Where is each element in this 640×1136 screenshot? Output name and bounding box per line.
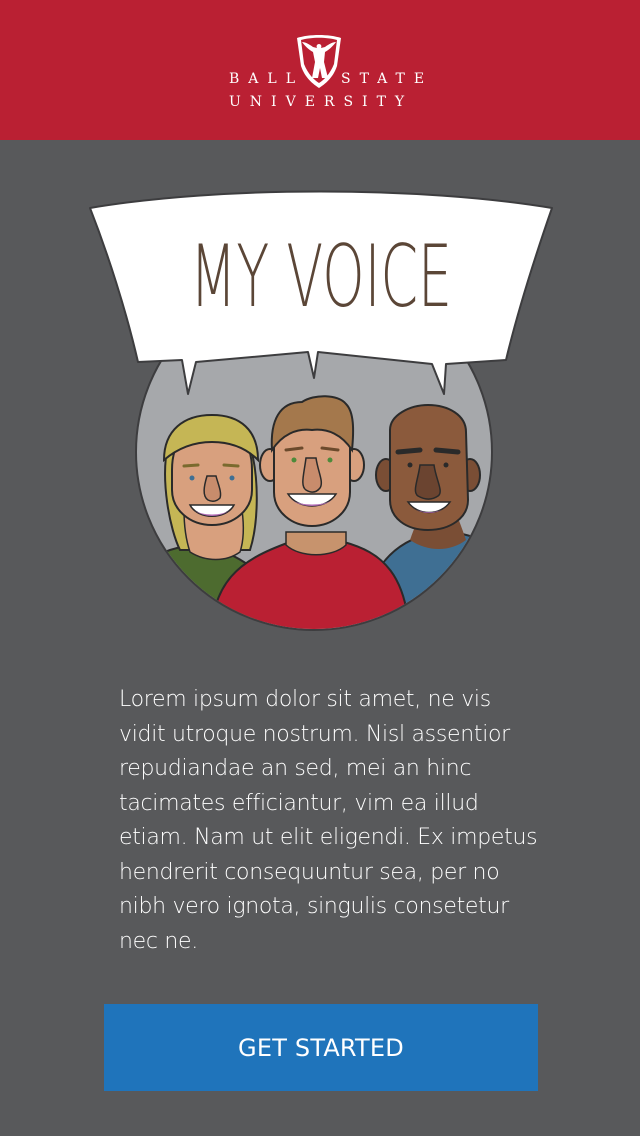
brand-word-ball: BALL [229, 71, 304, 87]
ball-state-university-logo: BALL STATE UNIVERSITY [200, 34, 440, 114]
title-text: MY VOICE [190, 227, 452, 327]
brand-word-university: UNIVERSITY [229, 94, 414, 110]
brand-word-state: STATE [341, 71, 434, 87]
app-header: BALL STATE UNIVERSITY [0, 0, 640, 140]
intro-paragraph: Lorem ipsum dolor sit amet, ne vis vidit… [119, 687, 538, 954]
get-started-button[interactable]: GET STARTED [104, 1004, 538, 1091]
my-voice-illustration: MY VOICE [89, 190, 553, 631]
